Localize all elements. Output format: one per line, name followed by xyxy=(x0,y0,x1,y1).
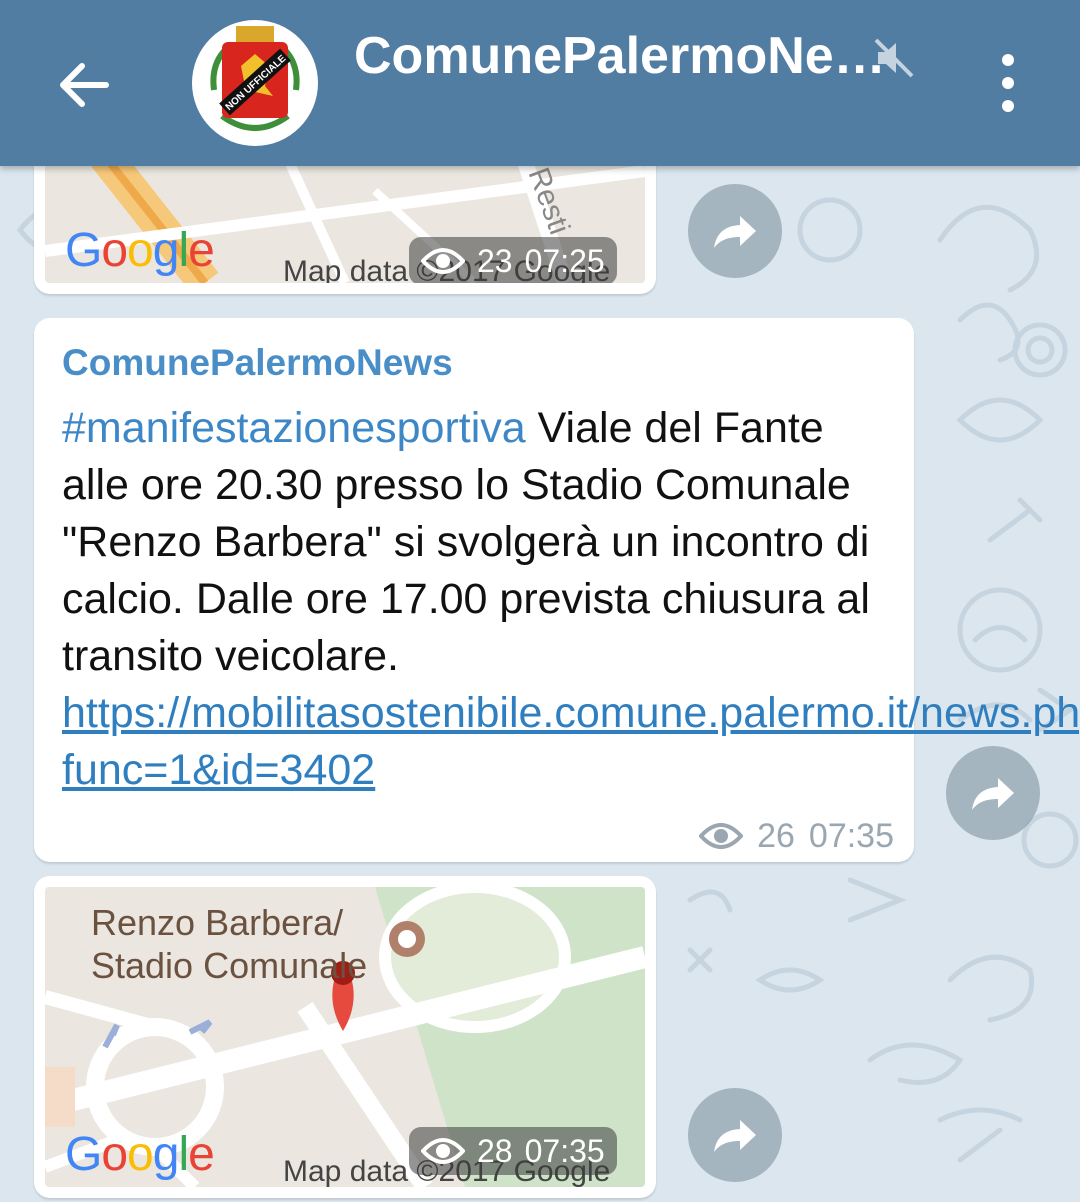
message-time: 07:35 xyxy=(524,1132,605,1169)
message-body: #manifestazionesportiva Viale del Fante … xyxy=(62,400,1080,799)
hashtag-link[interactable]: #manifestazionesportiva xyxy=(62,404,526,452)
place-label-line2: Stadio Comunale xyxy=(91,945,368,986)
back-button[interactable] xyxy=(50,52,116,118)
message-time: 07:35 xyxy=(808,816,894,855)
views-time-text: 26 07:35 xyxy=(699,814,894,858)
google-logo-1: Google xyxy=(65,224,215,277)
view-count: 28 xyxy=(477,1132,513,1169)
share-arrow-icon xyxy=(714,1120,756,1152)
views-time-badge-1: 23 07:25 xyxy=(409,237,617,283)
sender-name[interactable]: ComunePalermoNews xyxy=(62,342,453,384)
view-count: 23 xyxy=(477,242,513,279)
share-arrow-icon xyxy=(714,216,756,248)
arrow-left-icon xyxy=(60,63,109,107)
eye-icon xyxy=(421,248,465,274)
share-button-3[interactable] xyxy=(688,1088,782,1182)
share-button-2[interactable] xyxy=(946,746,1040,840)
more-menu-button[interactable] xyxy=(985,50,1031,116)
view-count: 26 xyxy=(757,816,795,855)
coat-of-arms-icon: NON UFFICIALE xyxy=(193,21,317,145)
map-preview-2[interactable]: Renzo Barbera/ Stadio Comunale Google Ma… xyxy=(45,887,645,1187)
eye-icon xyxy=(699,823,744,849)
google-logo-2: Google xyxy=(65,1128,215,1181)
speaker-muted-icon xyxy=(872,36,916,80)
place-label: Renzo Barbera/ Stadio Comunale xyxy=(91,901,367,987)
share-arrow-icon xyxy=(972,778,1014,810)
more-vert-icon xyxy=(1002,54,1014,112)
text-message[interactable]: ComunePalermoNews #manifestazionesportiv… xyxy=(34,318,1080,862)
map-message-2[interactable]: Renzo Barbera/ Stadio Comunale Google Ma… xyxy=(34,876,656,1198)
share-button-1[interactable] xyxy=(688,184,782,278)
channel-title[interactable]: ComunePalermoNe… xyxy=(354,26,886,86)
place-label-line1: Renzo Barbera/ xyxy=(91,902,344,943)
eye-icon xyxy=(421,1138,465,1164)
views-time-badge-2: 28 07:35 xyxy=(409,1127,617,1175)
message-time: 07:25 xyxy=(524,242,605,279)
channel-avatar[interactable]: NON UFFICIALE xyxy=(192,20,318,146)
chat-header: NON UFFICIALE ComunePalermoNe… xyxy=(0,0,1080,166)
